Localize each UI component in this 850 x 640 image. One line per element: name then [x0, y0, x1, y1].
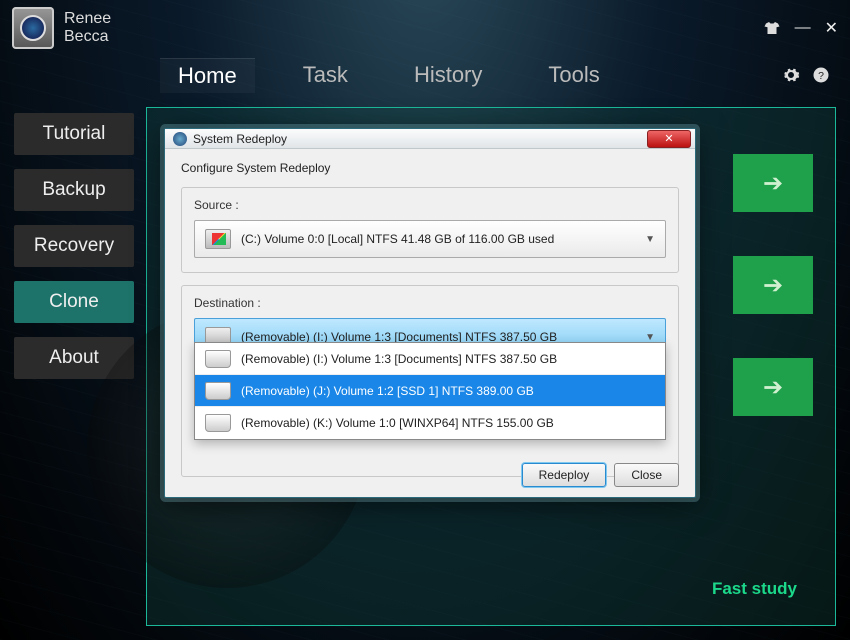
titlebar: Renee Becca — ✕ — [0, 0, 850, 55]
help-icon[interactable]: ? — [812, 66, 830, 84]
tab-history[interactable]: History — [396, 58, 500, 92]
close-button[interactable]: Close — [614, 463, 679, 487]
destination-group: Destination : (Removable) (I:) Volume 1:… — [181, 285, 679, 477]
fast-study-link[interactable]: Fast study — [712, 579, 797, 599]
minimize-button[interactable]: — — [795, 19, 811, 37]
source-label: Source : — [194, 198, 666, 212]
destination-label: Destination : — [194, 296, 666, 310]
nav-tabs: Home Task History Tools ? — [0, 55, 850, 95]
removable-drive-icon — [205, 414, 231, 432]
app-title: Renee Becca — [64, 10, 111, 45]
destination-dropdown: (Removable) (I:) Volume 1:3 [Documents] … — [194, 342, 666, 440]
sidebar-item-tutorial[interactable]: Tutorial — [14, 113, 134, 155]
destination-option-label: (Removable) (J:) Volume 1:2 [SSD 1] NTFS… — [241, 384, 534, 398]
destination-option-2[interactable]: (Removable) (K:) Volume 1:0 [WINXP64] NT… — [195, 407, 665, 439]
destination-option-1[interactable]: (Removable) (J:) Volume 1:2 [SSD 1] NTFS… — [195, 375, 665, 407]
sidebar-item-recovery[interactable]: Recovery — [14, 225, 134, 267]
tab-home[interactable]: Home — [160, 58, 255, 93]
arrow-right-icon: ➔ — [763, 271, 783, 300]
destination-option-label: (Removable) (I:) Volume 1:3 [Documents] … — [241, 352, 557, 366]
app-title-line2: Becca — [64, 28, 111, 46]
gear-icon[interactable] — [782, 66, 800, 84]
action-card-3[interactable]: ➔ — [733, 358, 813, 416]
dialog-title-icon — [173, 132, 187, 146]
removable-drive-icon — [205, 382, 231, 400]
dialog-title-text: System Redeploy — [193, 132, 287, 146]
source-combo[interactable]: (C:) Volume 0:0 [Local] NTFS 41.48 GB of… — [194, 220, 666, 258]
action-card-1[interactable]: ➔ — [733, 154, 813, 212]
redeploy-button[interactable]: Redeploy — [522, 463, 607, 487]
removable-drive-icon — [205, 350, 231, 368]
source-value: (C:) Volume 0:0 [Local] NTFS 41.48 GB of… — [241, 232, 554, 246]
dialog-close-button[interactable]: ✕ — [647, 130, 691, 148]
dialog-subtitle: Configure System Redeploy — [181, 161, 679, 175]
sidebar-item-clone[interactable]: Clone — [14, 281, 134, 323]
app-title-line1: Renee — [64, 10, 111, 28]
system-redeploy-dialog: System Redeploy ✕ Configure System Redep… — [164, 128, 696, 498]
tab-task[interactable]: Task — [285, 58, 366, 92]
tab-tools[interactable]: Tools — [530, 58, 617, 92]
source-group: Source : (C:) Volume 0:0 [Local] NTFS 41… — [181, 187, 679, 273]
windows-drive-icon — [205, 229, 231, 249]
chevron-down-icon: ▼ — [645, 234, 655, 245]
destination-option-0[interactable]: (Removable) (I:) Volume 1:3 [Documents] … — [195, 343, 665, 375]
arrow-right-icon: ➔ — [763, 169, 783, 198]
sidebar-item-backup[interactable]: Backup — [14, 169, 134, 211]
action-card-2[interactable]: ➔ — [733, 256, 813, 314]
dialog-titlebar[interactable]: System Redeploy ✕ — [165, 129, 695, 149]
chevron-down-icon: ▼ — [645, 332, 655, 343]
destination-option-label: (Removable) (K:) Volume 1:0 [WINXP64] NT… — [241, 416, 554, 430]
tshirt-icon[interactable] — [763, 21, 781, 35]
svg-text:?: ? — [818, 70, 824, 82]
app-logo — [12, 7, 54, 49]
arrow-right-icon: ➔ — [763, 373, 783, 402]
close-window-button[interactable]: ✕ — [825, 18, 838, 38]
